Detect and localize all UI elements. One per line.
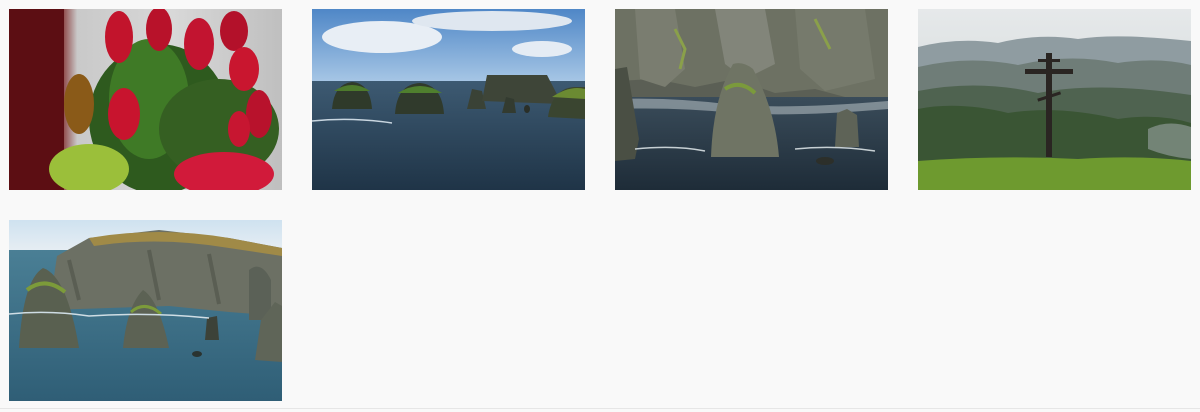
gallery-photo-sea-stacks[interactable]: [312, 9, 585, 190]
gallery-photo-red-conifer[interactable]: [9, 9, 282, 190]
photo-red-conifer-image: [9, 9, 282, 190]
divider: [0, 408, 1200, 409]
photo-headland-stacks-image: [9, 220, 282, 401]
gallery-photo-hill-cross[interactable]: [918, 9, 1191, 190]
photo-gallery: [0, 0, 1200, 412]
photo-hill-cross-image: [918, 9, 1191, 190]
photo-cliffs-stack-image: [615, 9, 888, 190]
gallery-photo-headland-stacks[interactable]: [9, 220, 282, 401]
gallery-photo-cliffs-stack[interactable]: [615, 9, 888, 190]
photo-sea-stacks-image: [312, 9, 585, 190]
